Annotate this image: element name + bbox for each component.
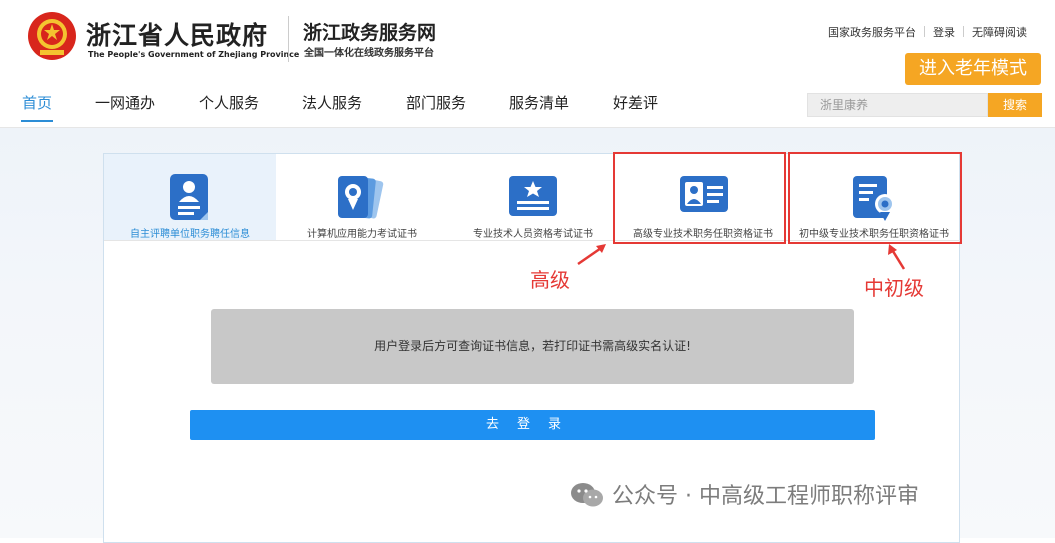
nav-item-department[interactable]: 部门服务	[406, 92, 466, 113]
senior-annotation: 高级	[530, 268, 570, 292]
star-certificate-icon	[509, 176, 557, 216]
nav-item-home[interactable]: 首页	[22, 92, 52, 113]
senior-arrow-icon	[577, 244, 606, 266]
tab-computer-exam[interactable]: 计算机应用能力考试证书	[276, 154, 448, 240]
nav-item-rating[interactable]: 好差评	[613, 92, 658, 113]
top-links: 国家政务服务平台 登录 无障碍阅读	[828, 24, 1027, 40]
national-platform-link[interactable]: 国家政务服务平台	[828, 26, 916, 39]
site-header: 浙江省人民政府 The People's Government of Zheji…	[0, 0, 1055, 128]
person-document-icon	[170, 174, 208, 220]
tab-professional-exam[interactable]: 专业技术人员资格考试证书	[448, 154, 618, 240]
junior-highlight-box	[788, 152, 962, 244]
accessibility-link[interactable]: 无障碍阅读	[972, 26, 1027, 39]
junior-annotation: 中初级	[864, 276, 924, 300]
title-divider	[288, 16, 289, 62]
tab-self-appointment[interactable]: 自主评聘单位职务聘任信息	[104, 154, 276, 240]
nav-item-personal[interactable]: 个人服务	[199, 92, 259, 113]
wechat-icon	[571, 483, 603, 507]
senior-highlight-box	[613, 152, 786, 244]
nav-item-service-list[interactable]: 服务清单	[509, 92, 569, 113]
gov-title-en: The People's Government of Zhejiang Prov…	[88, 50, 300, 59]
nav-item-one-stop[interactable]: 一网通办	[95, 92, 155, 113]
award-cards-icon	[338, 176, 384, 219]
tab-label: 计算机应用能力考试证书	[307, 229, 417, 240]
nav-active-underline	[21, 120, 53, 122]
gov-title: 浙江省人民政府	[86, 21, 269, 50]
tab-label: 专业技术人员资格考试证书	[473, 229, 593, 240]
tab-label: 自主评聘单位职务聘任信息	[130, 229, 250, 240]
search-button[interactable]: 搜索	[988, 93, 1042, 117]
portal-title: 浙江政务服务网	[303, 22, 437, 44]
portal-subtitle: 全国一体化在线政务服务平台	[304, 48, 434, 59]
nav-item-legal-person[interactable]: 法人服务	[302, 92, 362, 113]
search-input[interactable]: 浙里康养	[807, 93, 988, 117]
go-login-button[interactable]: 去登录	[190, 410, 875, 440]
watermark-name: 中高级工程师职称评审	[699, 484, 920, 509]
login-link[interactable]: 登录	[933, 26, 955, 39]
national-emblem-icon	[28, 12, 76, 60]
elder-mode-button[interactable]: 进入老年模式	[905, 53, 1041, 85]
watermark: 公众号 · 中高级工程师职称评审	[570, 478, 919, 510]
link-separator	[924, 26, 925, 37]
watermark-prefix: 公众号 ·	[612, 484, 692, 509]
link-separator	[963, 26, 964, 37]
login-notice: 用户登录后方可查询证书信息，若打印证书需高级实名认证!	[211, 309, 854, 384]
junior-arrow-icon	[888, 244, 906, 270]
